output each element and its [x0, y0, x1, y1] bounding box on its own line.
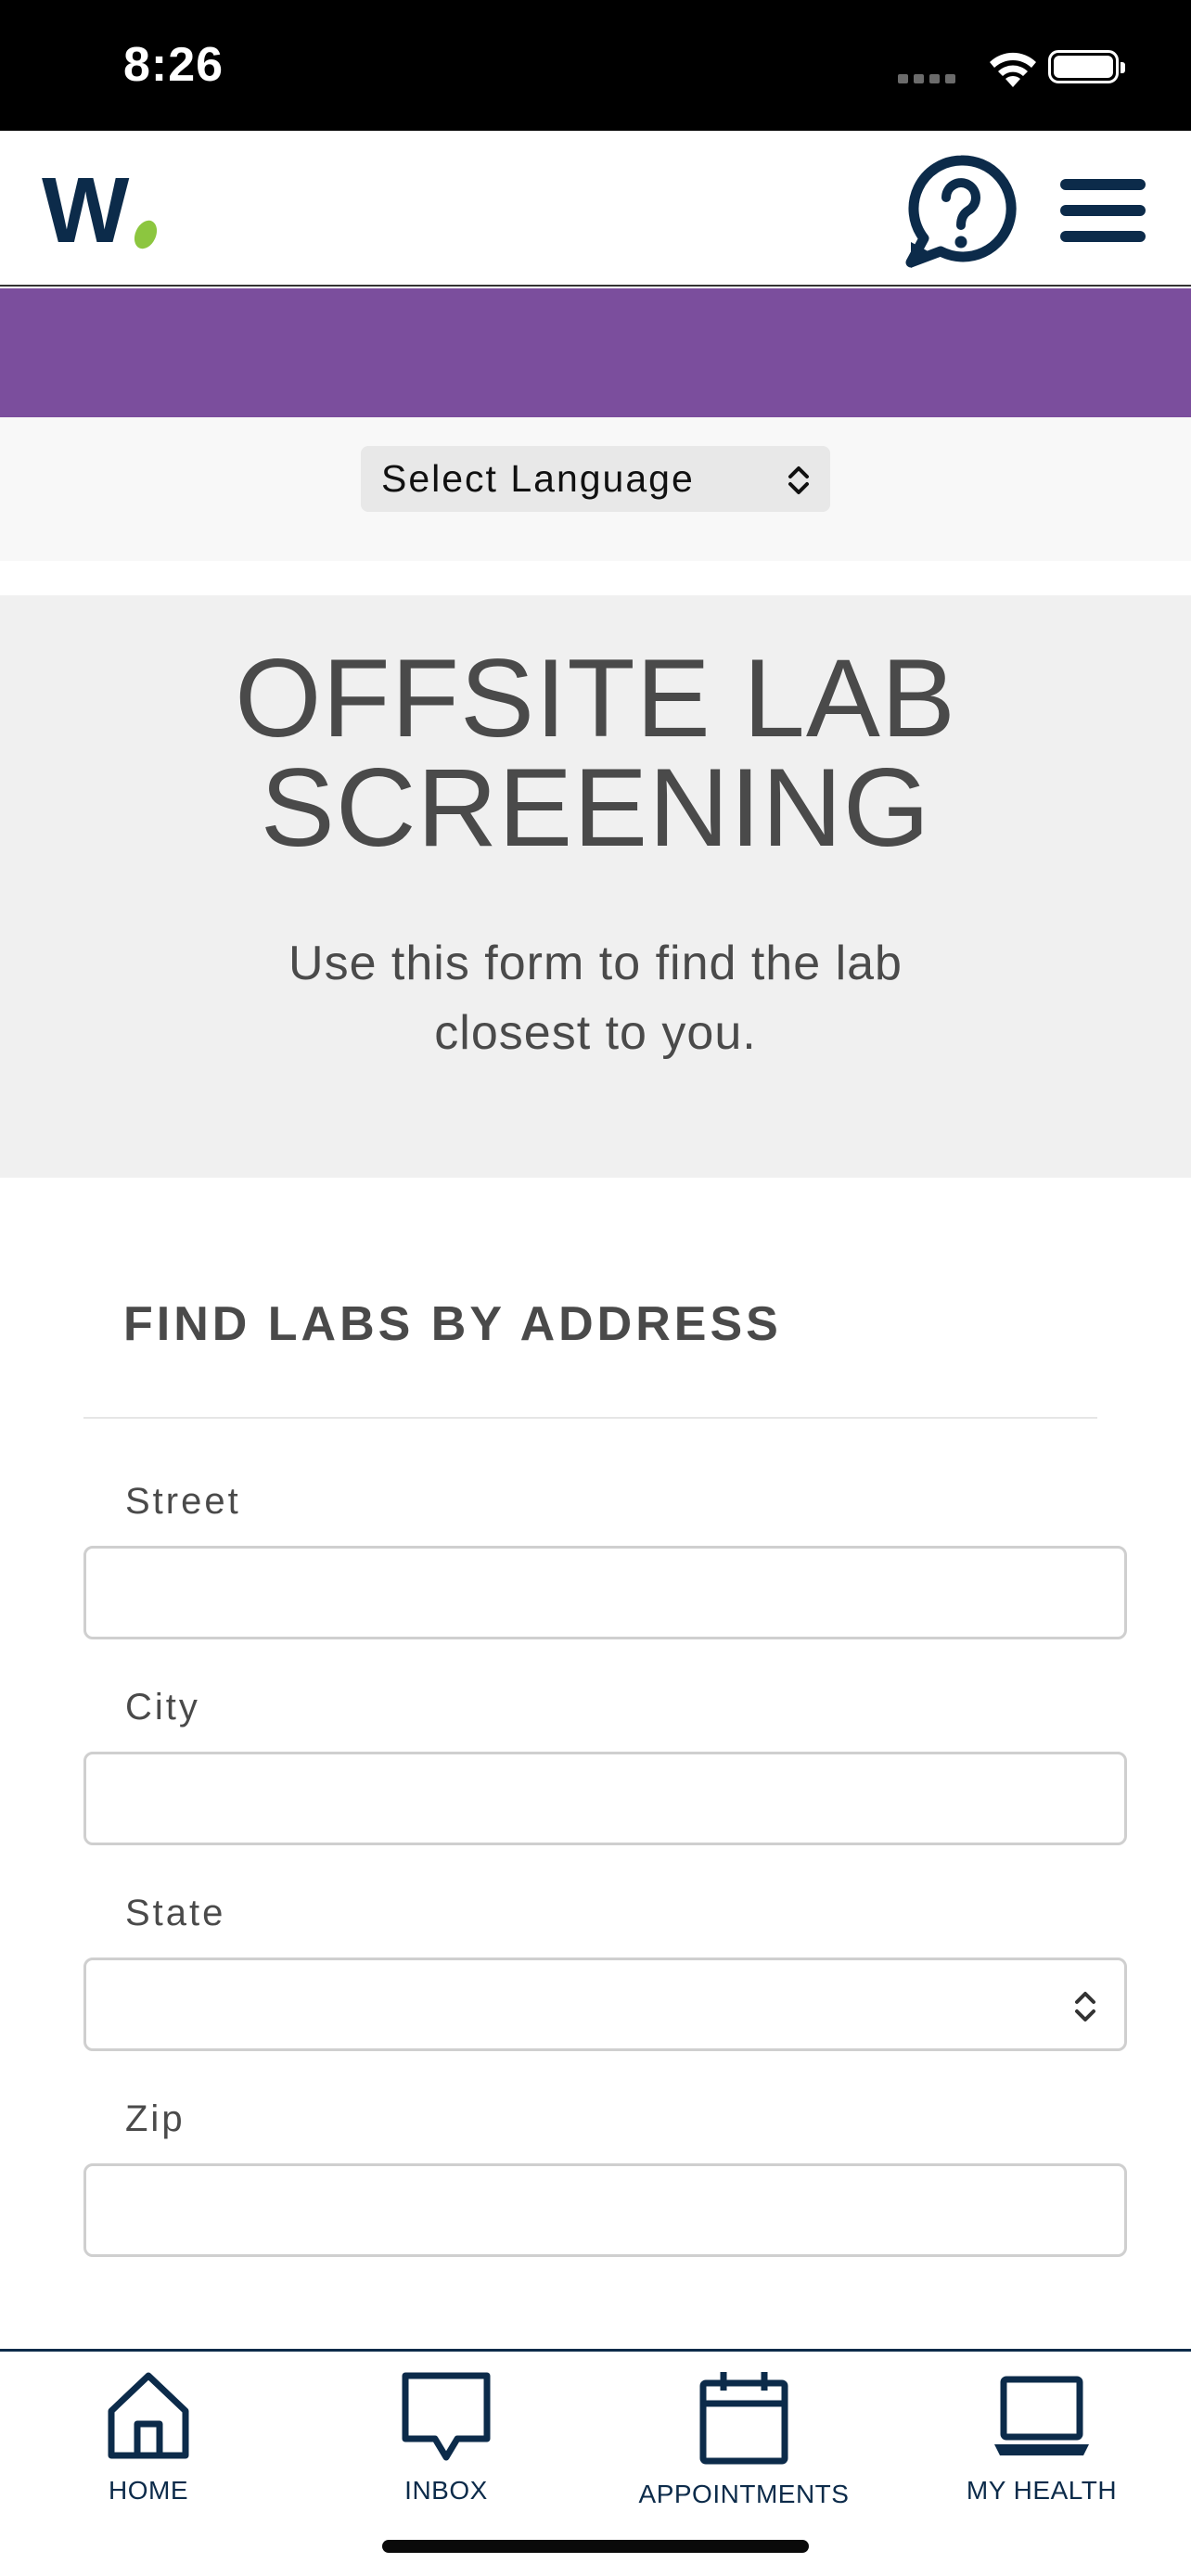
help-chat-icon[interactable] — [903, 149, 1020, 270]
tab-home[interactable]: HOME — [28, 2370, 269, 2556]
tab-home-label: HOME — [109, 2476, 188, 2505]
language-select-label: Select Language — [381, 457, 695, 500]
page-subtitle: Use this form to find the lab closest to… — [288, 937, 903, 1060]
tab-my-health[interactable]: MY HEALTH — [921, 2370, 1162, 2556]
language-bar: Select Language — [0, 417, 1191, 561]
battery-icon — [1048, 50, 1125, 83]
state-label: State — [125, 1893, 226, 1933]
chevron-up-down-icon — [788, 466, 809, 494]
cellular-signal-icon — [898, 70, 957, 83]
logo-letter: W — [42, 168, 130, 256]
home-icon — [108, 2372, 189, 2459]
home-indicator[interactable] — [382, 2540, 809, 2553]
chevron-up-down-icon — [1075, 1992, 1095, 2021]
announcement-banner — [0, 288, 1191, 417]
street-label: Street — [125, 1481, 241, 1522]
calendar-icon — [699, 2372, 788, 2465]
state-select[interactable] — [83, 1958, 1127, 2051]
street-input[interactable] — [83, 1546, 1127, 1639]
tab-my-health-label: MY HEALTH — [966, 2476, 1118, 2505]
tab-inbox-label: INBOX — [404, 2476, 488, 2505]
tab-appointments-label: APPOINTMENTS — [638, 2480, 850, 2508]
page-title: OFFSITE LAB SCREENING — [235, 636, 956, 870]
laptop-icon — [994, 2376, 1089, 2455]
tab-appointments[interactable]: APPOINTMENTS — [623, 2370, 864, 2556]
divider — [83, 1417, 1097, 1419]
inbox-icon — [402, 2372, 491, 2461]
page-hero: OFFSITE LAB SCREENING Use this form to f… — [0, 595, 1191, 1178]
language-select[interactable]: Select Language — [361, 446, 830, 512]
app-header: W — [0, 131, 1191, 287]
city-label: City — [125, 1687, 200, 1728]
brand-logo[interactable]: W — [42, 168, 162, 256]
tab-inbox[interactable]: INBOX — [326, 2370, 567, 2556]
city-input[interactable] — [83, 1752, 1127, 1845]
zip-input[interactable] — [83, 2163, 1127, 2257]
status-bar: 8:26 — [0, 0, 1191, 131]
zip-label: Zip — [125, 2098, 186, 2139]
status-time: 8:26 — [123, 38, 224, 92]
hamburger-menu-icon[interactable] — [1060, 179, 1146, 242]
wifi-icon — [990, 52, 1036, 87]
form-heading: FIND LABS BY ADDRESS — [123, 1297, 782, 1351]
